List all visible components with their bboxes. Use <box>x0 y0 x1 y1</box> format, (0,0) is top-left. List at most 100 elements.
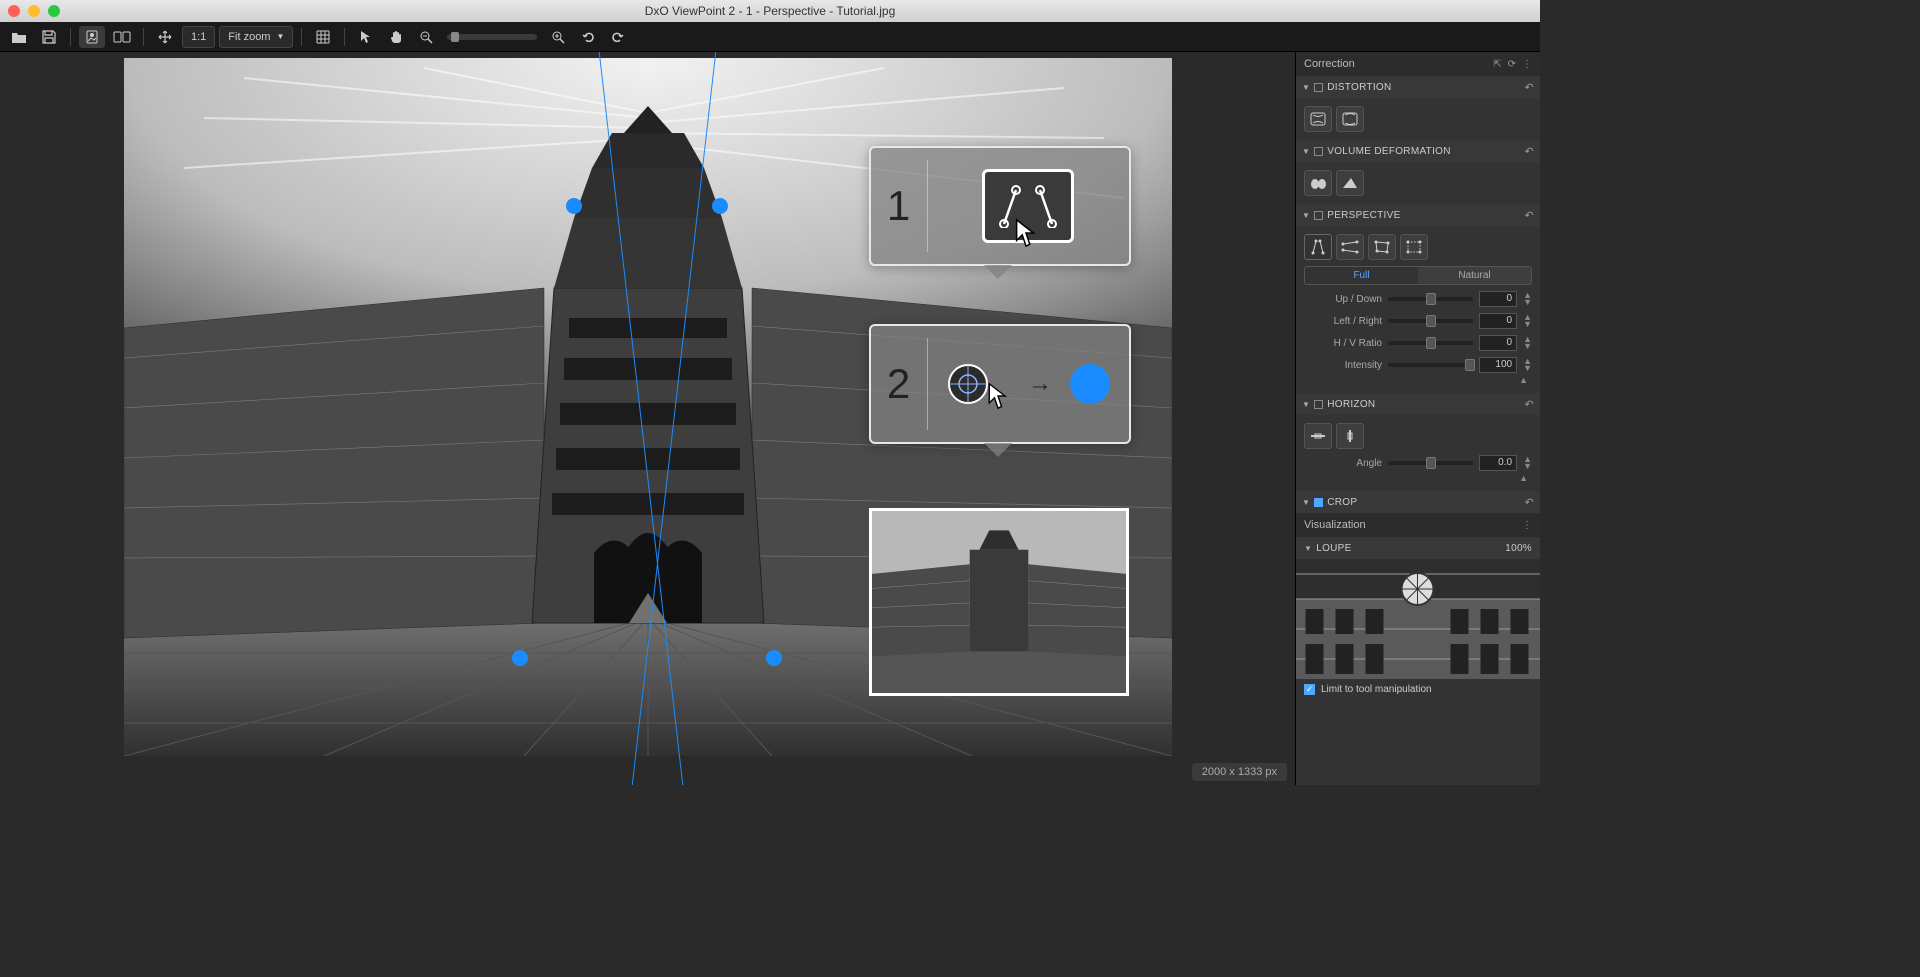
checkbox-checked-icon[interactable]: ✓ <box>1304 684 1315 695</box>
macos-titlebar: DxO ViewPoint 2 - 1 - Perspective - Tuto… <box>0 0 1540 22</box>
redo-button[interactable] <box>605 26 631 48</box>
move-tool-button[interactable] <box>152 26 178 48</box>
enable-checkbox[interactable] <box>1314 147 1323 156</box>
guide-handle-top-right[interactable] <box>712 198 728 214</box>
enable-checkbox-checked[interactable] <box>1314 498 1323 507</box>
updown-label: Up / Down <box>1304 294 1382 305</box>
tutorial-hint-1: 1 <box>869 146 1131 266</box>
image-canvas[interactable]: 1 <box>124 58 1172 756</box>
zoom-mode-label: Fit zoom <box>228 31 270 43</box>
zoom-slider[interactable] <box>447 34 537 40</box>
hand-tool-button[interactable] <box>383 26 409 48</box>
hvratio-slider[interactable] <box>1388 341 1473 345</box>
horizon-vertical-button[interactable] <box>1336 423 1364 449</box>
perspective-rectangle-button[interactable] <box>1368 234 1396 260</box>
crop-section-header[interactable]: ▼ CROP ↶ <box>1296 491 1540 513</box>
perspective-vertical-button[interactable] <box>1304 234 1332 260</box>
volume-horizontal-button[interactable] <box>1304 170 1332 196</box>
undo-button[interactable] <box>575 26 601 48</box>
angle-stepper[interactable]: ▲▼ <box>1523 456 1532 470</box>
updown-slider[interactable] <box>1388 297 1473 301</box>
loupe-zoom-value[interactable]: 100% <box>1505 543 1532 554</box>
hvratio-value[interactable]: 0 <box>1479 335 1517 351</box>
volume-diagonal-button[interactable] <box>1336 170 1364 196</box>
hint-step-number: 2 <box>871 360 927 408</box>
single-view-button[interactable] <box>79 26 105 48</box>
limit-checkbox-row[interactable]: ✓ Limit to tool manipulation <box>1296 679 1540 700</box>
close-window-button[interactable] <box>8 5 20 17</box>
distortion-title: DISTORTION <box>1327 82 1520 93</box>
intensity-value[interactable]: 100 <box>1479 357 1517 373</box>
enable-checkbox[interactable] <box>1314 83 1323 92</box>
cursor-icon <box>1013 218 1039 248</box>
pointer-tool-button[interactable] <box>353 26 379 48</box>
crop-title: CROP <box>1327 497 1520 508</box>
angle-slider[interactable] <box>1388 461 1473 465</box>
reset-icon[interactable]: ↶ <box>1524 145 1534 158</box>
zoom-in-icon[interactable] <box>545 26 571 48</box>
leftright-stepper[interactable]: ▲▼ <box>1523 314 1532 328</box>
zoom-1-1-button[interactable]: 1:1 <box>182 26 215 48</box>
volume-title: VOLUME DEFORMATION <box>1327 146 1520 157</box>
horizon-level-button[interactable] <box>1304 423 1332 449</box>
zoom-out-icon[interactable] <box>413 26 439 48</box>
distortion-section-header[interactable]: ▼ DISTORTION ↶ <box>1296 76 1540 98</box>
popout-icon[interactable]: ⇱ <box>1493 59 1501 70</box>
guide-handle-top-left[interactable] <box>566 198 582 214</box>
correction-panel-header: Correction ⇱ ⟳ ⋮ <box>1296 52 1540 76</box>
leftright-slider[interactable] <box>1388 319 1473 323</box>
hint-step-number: 1 <box>871 182 927 230</box>
preview-thumbnail <box>869 508 1129 696</box>
zoom-mode-dropdown[interactable]: Fit zoom ▼ <box>219 26 293 48</box>
distortion-barrel-button[interactable] <box>1304 106 1332 132</box>
collapse-advanced-icon[interactable]: ▲ <box>1304 471 1532 483</box>
chevron-down-icon: ▼ <box>276 32 284 41</box>
perspective-mode-segment[interactable]: Full Natural <box>1304 266 1532 285</box>
distortion-pincushion-button[interactable] <box>1336 106 1364 132</box>
enable-checkbox[interactable] <box>1314 211 1323 220</box>
disclosure-triangle-icon: ▼ <box>1304 544 1312 553</box>
volume-section-header[interactable]: ▼ VOLUME DEFORMATION ↶ <box>1296 140 1540 162</box>
grid-toggle-button[interactable] <box>310 26 336 48</box>
window-title: DxO ViewPoint 2 - 1 - Perspective - Tuto… <box>645 4 896 18</box>
intensity-stepper[interactable]: ▲▼ <box>1523 358 1532 372</box>
crosshair-target-icon <box>946 362 990 406</box>
perspective-point-icon <box>1070 364 1110 404</box>
reset-icon[interactable]: ↶ <box>1524 81 1534 94</box>
visualization-panel-header: Visualization ⋮ <box>1296 513 1540 537</box>
minimize-window-button[interactable] <box>28 5 40 17</box>
compare-view-button[interactable] <box>109 26 135 48</box>
arrow-right-icon: → <box>1028 370 1052 398</box>
perspective-horizontal-button[interactable] <box>1336 234 1364 260</box>
perspective-8point-button[interactable] <box>1400 234 1428 260</box>
intensity-slider[interactable] <box>1388 363 1473 367</box>
refresh-icon[interactable]: ⟳ <box>1508 59 1516 70</box>
menu-icon[interactable]: ⋮ <box>1522 520 1532 531</box>
maximize-window-button[interactable] <box>48 5 60 17</box>
reset-icon[interactable]: ↶ <box>1524 398 1534 411</box>
loupe-preview <box>1296 559 1540 679</box>
menu-icon[interactable]: ⋮ <box>1522 59 1532 70</box>
loupe-section-header[interactable]: ▼ LOUPE 100% <box>1296 537 1540 559</box>
horizon-section-header[interactable]: ▼ HORIZON ↶ <box>1296 393 1540 415</box>
main-toolbar: 1:1 Fit zoom ▼ <box>0 22 1540 52</box>
angle-value[interactable]: 0.0 <box>1479 455 1517 471</box>
updown-stepper[interactable]: ▲▼ <box>1523 292 1532 306</box>
seg-full[interactable]: Full <box>1305 267 1418 284</box>
hvratio-stepper[interactable]: ▲▼ <box>1523 336 1532 350</box>
loupe-title: LOUPE <box>1316 543 1351 554</box>
enable-checkbox[interactable] <box>1314 400 1323 409</box>
leftright-value[interactable]: 0 <box>1479 313 1517 329</box>
perspective-section-header[interactable]: ▼ PERSPECTIVE ↶ <box>1296 204 1540 226</box>
guide-handle-bottom-left[interactable] <box>512 650 528 666</box>
guide-handle-bottom-right[interactable] <box>766 650 782 666</box>
updown-value[interactable]: 0 <box>1479 291 1517 307</box>
open-file-button[interactable] <box>6 26 32 48</box>
reset-icon[interactable]: ↶ <box>1524 496 1534 509</box>
save-file-button[interactable] <box>36 26 62 48</box>
collapse-advanced-icon[interactable]: ▲ <box>1304 373 1532 385</box>
canvas-area[interactable]: 1 <box>0 52 1295 785</box>
seg-natural[interactable]: Natural <box>1418 267 1531 284</box>
reset-icon[interactable]: ↶ <box>1524 209 1534 222</box>
visualization-panel-title: Visualization <box>1304 519 1366 531</box>
